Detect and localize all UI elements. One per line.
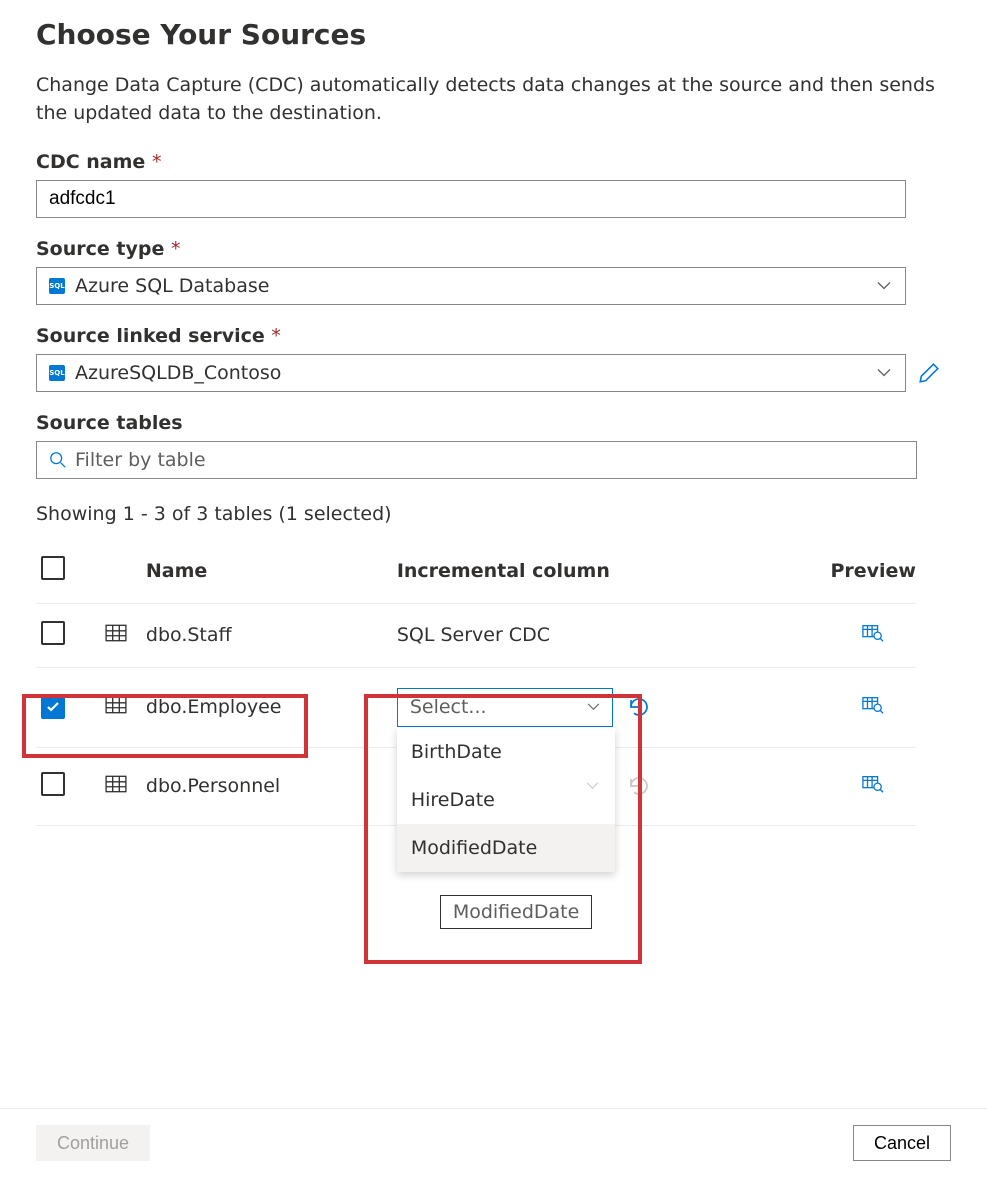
col-preview: Preview xyxy=(830,539,916,603)
preview-icon[interactable] xyxy=(862,624,884,642)
row-checkbox[interactable] xyxy=(41,621,65,645)
preview-icon[interactable] xyxy=(862,775,884,793)
row-name: dbo.Personnel xyxy=(146,772,280,797)
select-all-checkbox[interactable] xyxy=(41,556,65,580)
row-checkbox[interactable] xyxy=(41,695,65,719)
table-row: dbo.Staff SQL Server CDC xyxy=(36,603,916,667)
row-name: dbo.Staff xyxy=(146,621,232,646)
inc-text: SQL Server CDC xyxy=(397,624,550,646)
sql-icon: SQL xyxy=(49,278,65,294)
linked-service-label: Source linked service * xyxy=(36,325,951,347)
linked-service-select[interactable]: SQL AzureSQLDB_Contoso xyxy=(36,354,906,392)
source-type-value: Azure SQL Database xyxy=(75,275,269,297)
table-icon xyxy=(105,773,127,795)
cancel-button[interactable]: Cancel xyxy=(853,1125,951,1161)
chevron-down-icon xyxy=(587,703,600,711)
cdc-name-input[interactable] xyxy=(36,180,906,218)
source-tables-label: Source tables xyxy=(36,412,951,434)
table-icon xyxy=(105,622,127,644)
select-placeholder: Select... xyxy=(410,696,487,718)
col-inc: Incremental column xyxy=(397,539,831,603)
preview-icon[interactable] xyxy=(862,696,884,714)
tooltip: ModifiedDate xyxy=(440,895,593,929)
table-status: Showing 1 - 3 of 3 tables (1 selected) xyxy=(36,503,951,525)
footer: Continue Cancel xyxy=(0,1108,987,1177)
row-name: dbo.Employee xyxy=(146,693,282,718)
edit-icon[interactable] xyxy=(918,362,940,384)
chevron-down-icon xyxy=(877,282,891,291)
cdc-name-label: CDC name * xyxy=(36,151,951,173)
table-row: dbo.Employee Select... BirthDate HireDat… xyxy=(36,667,916,747)
refresh-icon[interactable] xyxy=(627,774,651,798)
col-name: Name xyxy=(146,539,397,603)
row-checkbox[interactable] xyxy=(41,772,65,796)
filter-placeholder: Filter by table xyxy=(75,449,206,471)
source-type-select[interactable]: SQL Azure SQL Database xyxy=(36,267,906,305)
page-subtitle: Change Data Capture (CDC) automatically … xyxy=(36,71,951,127)
refresh-icon[interactable] xyxy=(627,695,651,719)
chevron-down-icon xyxy=(586,782,599,790)
source-tables-table: Name Incremental column Preview dbo.Staf… xyxy=(36,539,916,826)
filter-input[interactable]: Filter by table xyxy=(36,441,917,479)
incremental-select[interactable]: Select... BirthDate HireDate ModifiedDat… xyxy=(397,688,613,727)
continue-button[interactable]: Continue xyxy=(36,1125,150,1161)
dropdown-option[interactable]: ModifiedDate xyxy=(397,824,615,872)
linked-service-value: AzureSQLDB_Contoso xyxy=(75,362,281,384)
source-type-label: Source type * xyxy=(36,238,951,260)
table-icon xyxy=(105,694,127,716)
search-icon xyxy=(49,451,67,469)
chevron-down-icon xyxy=(877,369,891,378)
page-title: Choose Your Sources xyxy=(36,18,951,51)
sql-icon: SQL xyxy=(49,365,65,381)
